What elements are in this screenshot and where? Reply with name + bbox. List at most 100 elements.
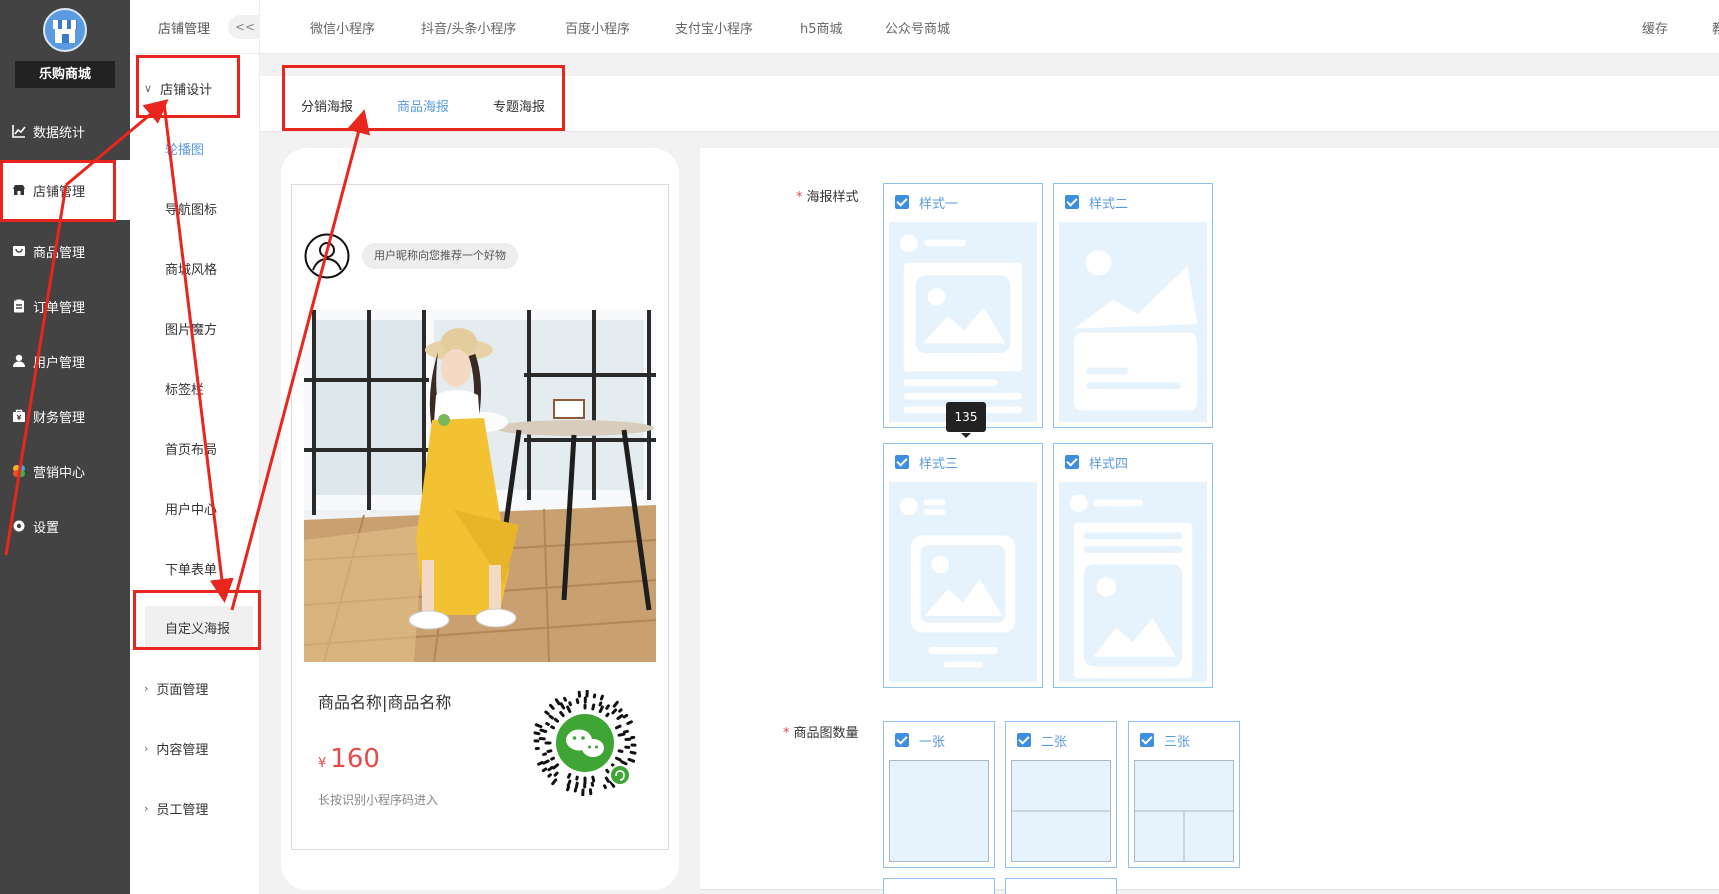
count-option-label: 三张 xyxy=(1164,734,1191,750)
style-1-preview xyxy=(889,222,1037,422)
collapse-sidebar-button[interactable]: << xyxy=(228,15,262,39)
subnav-item-mall-style[interactable]: 商城风格 xyxy=(145,248,253,288)
checkbox-checked-icon[interactable] xyxy=(1017,733,1031,747)
subnav-item-order-form[interactable]: 下单表单 xyxy=(145,548,253,588)
checkbox-checked-icon[interactable] xyxy=(895,195,909,209)
app-root: 乐购商城 数据统计 店铺管理 商品管理 订单管理 用户管理 财务管理 营销中心 … xyxy=(0,0,1719,894)
nav-item-store[interactable]: 店铺管理 xyxy=(0,160,130,220)
subnav-group-store-design[interactable]: ∨ 店铺设计 xyxy=(130,58,260,118)
image-count-option-4[interactable] xyxy=(883,878,995,894)
product-photo xyxy=(304,310,656,662)
subnav-group-pages[interactable]: › 页面管理 xyxy=(130,658,260,718)
count-1-preview xyxy=(889,760,989,862)
nav-item-statistics[interactable]: 数据统计 xyxy=(0,101,130,161)
checkbox-checked-icon[interactable] xyxy=(895,733,909,747)
style-option-4[interactable]: 样式四 xyxy=(1053,443,1213,688)
poster-tabs-bar xyxy=(260,76,1719,132)
style-3-preview xyxy=(889,482,1037,682)
miniapp-code-icon xyxy=(532,689,638,797)
chevron-right-icon: › xyxy=(144,741,149,755)
product-price: ¥160 xyxy=(318,744,380,774)
finance-bag-icon xyxy=(12,409,26,423)
sub-sidebar-title: 店铺管理 xyxy=(158,22,211,37)
image-count-option-3[interactable]: 三张 xyxy=(1128,721,1240,868)
nav-label: 店铺管理 xyxy=(33,184,86,200)
subnav-item-user-center[interactable]: 用户中心 xyxy=(145,488,253,528)
style-option-1[interactable]: 样式一 xyxy=(883,183,1043,428)
cache-button[interactable]: 缓存 xyxy=(1642,18,1668,37)
image-count-option-2[interactable]: 二张 xyxy=(1005,721,1117,868)
subnav-group-content[interactable]: › 内容管理 xyxy=(130,718,260,778)
checkbox-checked-icon[interactable] xyxy=(1065,455,1079,469)
style-4-preview xyxy=(1059,482,1207,682)
nav-label: 财务管理 xyxy=(33,410,86,426)
style-option-label: 样式二 xyxy=(1089,196,1129,212)
subnav-item-carousel[interactable]: 轮播图 xyxy=(145,128,253,168)
nav-item-users[interactable]: 用户管理 xyxy=(0,331,130,391)
subnav-group-label: 员工管理 xyxy=(156,802,209,818)
tab-topic-poster[interactable]: 专题海报 xyxy=(493,96,545,115)
subnav-item-tab-bar[interactable]: 标签栏 xyxy=(145,368,253,408)
style-2-preview xyxy=(1059,222,1207,422)
nav-label: 用户管理 xyxy=(33,355,86,371)
nav-item-finance[interactable]: 财务管理 xyxy=(0,386,130,446)
recommend-text: 用户昵称向您推荐一个好物 xyxy=(362,243,518,269)
subnav-item-nav-icons[interactable]: 导航图标 xyxy=(145,188,253,228)
tab-product-poster[interactable]: 商品海报 xyxy=(397,96,449,115)
count-3-preview xyxy=(1134,760,1234,862)
style-option-label: 样式一 xyxy=(919,196,959,212)
subnav-item-custom-poster[interactable]: 自定义海报 xyxy=(145,606,253,648)
nav-item-marketing[interactable]: 营销中心 xyxy=(0,441,130,501)
active-tab-indicator xyxy=(397,129,453,131)
nav-item-orders[interactable]: 订单管理 xyxy=(0,276,130,336)
checkbox-checked-icon[interactable] xyxy=(1065,195,1079,209)
label-text: 海报样式 xyxy=(806,190,859,205)
checkbox-checked-icon[interactable] xyxy=(895,455,909,469)
image-count-label: * 商品图数量 xyxy=(783,722,859,741)
subnav-group-staff[interactable]: › 员工管理 xyxy=(130,778,260,838)
required-asterisk: * xyxy=(796,190,803,205)
poster-style-label: * 海报样式 xyxy=(796,186,859,205)
chevron-down-icon: ∨ xyxy=(144,81,153,95)
miniapp-code-hint: 长按识别小程序码进入 xyxy=(318,793,439,807)
image-count-option-5[interactable] xyxy=(1005,878,1117,894)
chevron-right-icon: › xyxy=(144,801,149,815)
nav-label: 订单管理 xyxy=(33,300,86,316)
checkbox-checked-icon[interactable] xyxy=(1140,733,1154,747)
currency-symbol: ¥ xyxy=(318,756,327,771)
count-option-label: 一张 xyxy=(919,734,946,750)
subnav-group-label: 内容管理 xyxy=(156,742,209,758)
top-tab-alipay-miniapp[interactable]: 支付宝小程序 xyxy=(675,18,753,37)
price-value: 160 xyxy=(330,744,380,774)
count-2-preview xyxy=(1011,760,1111,862)
gear-icon xyxy=(12,519,26,533)
top-tab-baidu-miniapp[interactable]: 百度小程序 xyxy=(565,18,630,37)
form-divider xyxy=(700,889,1719,894)
tutorial-link[interactable]: 教 xyxy=(1712,18,1719,37)
style-option-3[interactable]: 样式三 xyxy=(883,443,1043,688)
nav-label: 营销中心 xyxy=(33,465,86,481)
chevron-right-icon: › xyxy=(144,681,149,695)
nav-label: 设置 xyxy=(33,520,60,536)
top-tab-official-account-mall[interactable]: 公众号商城 xyxy=(885,18,950,37)
brand-name: 乐购商城 xyxy=(15,61,115,88)
nav-label: 商品管理 xyxy=(33,245,86,261)
subnav-item-home-layout[interactable]: 首页布局 xyxy=(145,428,253,468)
tab-distribution-poster[interactable]: 分销海报 xyxy=(301,96,353,115)
tooltip: 135 xyxy=(946,402,986,438)
top-tab-douyin-miniapp[interactable]: 抖音/头条小程序 xyxy=(421,18,516,37)
style-option-label: 样式三 xyxy=(919,456,959,472)
image-count-option-1[interactable]: 一张 xyxy=(883,721,995,868)
top-tab-wechat-miniapp[interactable]: 微信小程序 xyxy=(310,18,375,37)
nav-item-products[interactable]: 商品管理 xyxy=(0,221,130,281)
nav-item-settings[interactable]: 设置 xyxy=(0,496,130,556)
user-icon xyxy=(12,354,26,368)
clipboard-icon xyxy=(12,299,26,313)
store-icon xyxy=(12,183,26,197)
subnav-item-image-cube[interactable]: 图片魔方 xyxy=(145,308,253,348)
marketing-colorful-icon xyxy=(12,464,26,478)
style-option-2[interactable]: 样式二 xyxy=(1053,183,1213,428)
product-box-icon xyxy=(12,244,26,258)
top-tab-h5-mall[interactable]: h5商城 xyxy=(800,18,843,37)
label-text: 商品图数量 xyxy=(793,726,859,741)
